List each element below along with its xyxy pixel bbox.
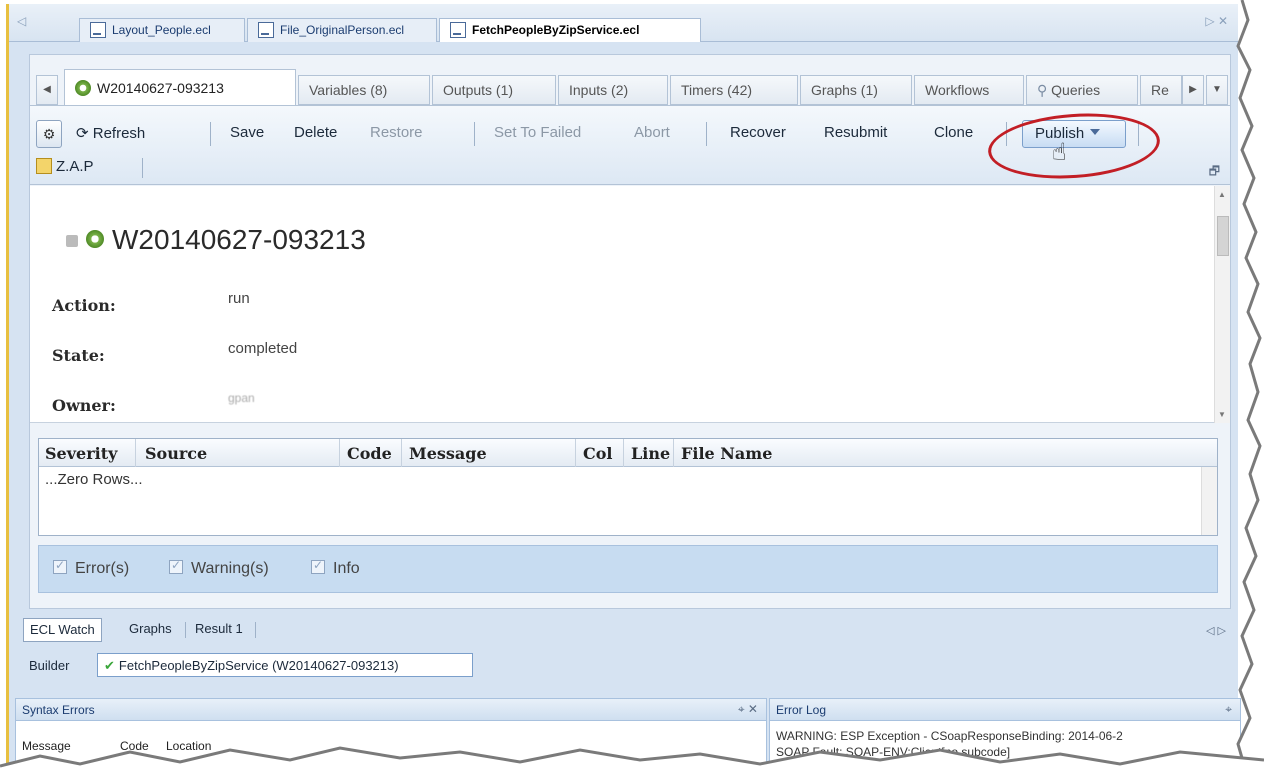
tab-workunit-summary[interactable]: W20140627-093213 bbox=[64, 69, 296, 105]
tab-variables[interactable]: Variables (8) bbox=[298, 75, 430, 105]
tab-result-1[interactable]: Result 1 bbox=[189, 618, 249, 642]
clone-button[interactable]: Clone bbox=[934, 124, 973, 141]
action-value: run bbox=[228, 290, 250, 307]
publish-highlight-annotation bbox=[985, 108, 1163, 184]
column-header-message[interactable]: Message bbox=[409, 444, 487, 463]
tab-divider bbox=[255, 622, 256, 638]
search-icon: ⚲ bbox=[1037, 82, 1052, 98]
column-divider bbox=[135, 439, 136, 467]
tab-resources[interactable]: Re bbox=[1140, 75, 1182, 105]
column-divider bbox=[623, 439, 624, 467]
pin-close-icon[interactable]: ⌖ ✕ bbox=[738, 702, 758, 717]
zap-report-icon bbox=[36, 158, 52, 174]
zap-button[interactable]: Z.A.P bbox=[36, 158, 94, 175]
owner-value: gpan bbox=[228, 391, 255, 405]
page-title: W20140627-093213 bbox=[66, 224, 366, 256]
warnings-checkbox[interactable]: Warning(s) bbox=[169, 558, 269, 578]
bottom-tabs-scroll-icon[interactable]: ◁ ▷ bbox=[1206, 624, 1226, 637]
state-value: completed bbox=[228, 340, 298, 357]
tab-queries[interactable]: ⚲ Queries bbox=[1026, 75, 1138, 105]
file-tab-strip: ◁ Layout_People.ecl File_OriginalPerson.… bbox=[9, 4, 1238, 42]
workunit-panel: ◀ W20140627-093213 Variables (8) Outputs… bbox=[29, 54, 1231, 609]
column-header-line[interactable]: Line bbox=[631, 444, 670, 463]
column-divider bbox=[673, 439, 674, 467]
tab-divider bbox=[185, 622, 186, 638]
torn-edge-right bbox=[1236, 0, 1264, 772]
checkbox-checked-icon bbox=[53, 558, 67, 574]
grid-empty-message: ...Zero Rows... bbox=[45, 471, 143, 488]
tab-inputs[interactable]: Inputs (2) bbox=[558, 75, 668, 105]
toolbar-separator bbox=[706, 122, 707, 146]
ecl-file-icon bbox=[90, 22, 106, 38]
info-checkbox[interactable]: Info bbox=[311, 558, 360, 578]
checkbox-checked-icon bbox=[311, 558, 325, 574]
tab-ecl-watch[interactable]: ECL Watch bbox=[23, 618, 102, 642]
message-filter-bar: Error(s) Warning(s) Info bbox=[38, 545, 1218, 593]
grid-header: Severity Source Code Message Col Line Fi… bbox=[39, 439, 1217, 467]
checkbox-checked-icon bbox=[169, 558, 183, 574]
file-tab-fetchpeoplebyzipservice[interactable]: FetchPeopleByZipService.ecl bbox=[439, 18, 701, 42]
lock-icon bbox=[66, 235, 78, 247]
column-divider bbox=[339, 439, 340, 467]
error-log-header: Error Log ⌖ bbox=[770, 699, 1240, 721]
toolbar-separator bbox=[474, 122, 475, 146]
errors-checkbox[interactable]: Error(s) bbox=[53, 558, 129, 578]
owner-label: Owner: bbox=[52, 396, 116, 415]
workunit-tab-strip: ◀ W20140627-093213 Variables (8) Outputs… bbox=[30, 55, 1230, 105]
column-header-file-name[interactable]: File Name bbox=[681, 444, 772, 463]
grid-scrollbar[interactable] bbox=[1201, 467, 1217, 535]
action-label: Action: bbox=[52, 296, 116, 315]
workunit-gear-icon bbox=[75, 80, 91, 96]
resubmit-button[interactable]: Resubmit bbox=[824, 124, 887, 141]
ide-window: ◁ Layout_People.ecl File_OriginalPerson.… bbox=[6, 4, 1241, 772]
tab-outputs[interactable]: Outputs (1) bbox=[432, 75, 556, 105]
abort-button[interactable]: Abort bbox=[634, 124, 670, 141]
messages-grid: Severity Source Code Message Col Line Fi… bbox=[38, 438, 1218, 536]
column-header-col[interactable]: Col bbox=[583, 444, 612, 463]
set-to-failed-button[interactable]: Set To Failed bbox=[494, 124, 581, 141]
column-header-code[interactable]: Code bbox=[347, 444, 392, 463]
ecl-file-icon bbox=[258, 22, 274, 38]
ecl-file-icon bbox=[450, 22, 466, 38]
tab-scroll-left-icon[interactable]: ◁ bbox=[17, 14, 26, 28]
workunit-gear-icon bbox=[86, 230, 104, 248]
syntax-errors-header: Syntax Errors ⌖ ✕ bbox=[16, 699, 766, 721]
toolbar-separator bbox=[210, 122, 211, 146]
file-tab-file-originalperson[interactable]: File_OriginalPerson.ecl bbox=[247, 18, 437, 42]
builder-label: Builder bbox=[29, 658, 70, 673]
refresh-icon: ⟳ bbox=[76, 125, 93, 142]
file-tab-layout-people[interactable]: Layout_People.ecl bbox=[79, 18, 245, 42]
save-button[interactable]: Save bbox=[230, 124, 264, 141]
restore-button[interactable]: Restore bbox=[370, 124, 423, 141]
settings-icon[interactable]: ⚙ bbox=[36, 120, 62, 148]
workunit-toolbar: ⚙ ⟳ Refresh Save Delete Restore Set To F… bbox=[30, 105, 1230, 185]
delete-button[interactable]: Delete bbox=[294, 124, 337, 141]
state-label: State: bbox=[52, 346, 105, 365]
column-divider bbox=[401, 439, 402, 467]
workunit-tabs-scroll-left-icon[interactable]: ◀ bbox=[36, 75, 58, 105]
log-line: WARNING: ESP Exception - CSoapResponseBi… bbox=[776, 729, 1123, 743]
tab-graphs-bottom[interactable]: Graphs bbox=[123, 618, 178, 642]
workunit-tabs-scroll-right-icon[interactable]: ▶ bbox=[1182, 75, 1204, 105]
builder-field[interactable]: ✔ FetchPeopleByZipService (W20140627-0932… bbox=[97, 653, 473, 677]
workunit-details: W20140627-093213 Action: run State: comp… bbox=[30, 186, 1214, 423]
column-divider bbox=[575, 439, 576, 467]
restore-window-icon[interactable]: 🗗 bbox=[1209, 162, 1220, 183]
column-header-source[interactable]: Source bbox=[145, 444, 207, 463]
tab-timers[interactable]: Timers (42) bbox=[670, 75, 798, 105]
toolbar-separator bbox=[142, 158, 143, 178]
tab-workflows[interactable]: Workflows bbox=[914, 75, 1024, 105]
checkmark-icon: ✔ bbox=[104, 658, 115, 673]
recover-button[interactable]: Recover bbox=[730, 124, 786, 141]
refresh-button[interactable]: ⟳ Refresh bbox=[76, 124, 145, 142]
torn-edge-bottom bbox=[0, 746, 1264, 772]
tab-graphs[interactable]: Graphs (1) bbox=[800, 75, 912, 105]
column-header-severity[interactable]: Severity bbox=[45, 444, 117, 463]
